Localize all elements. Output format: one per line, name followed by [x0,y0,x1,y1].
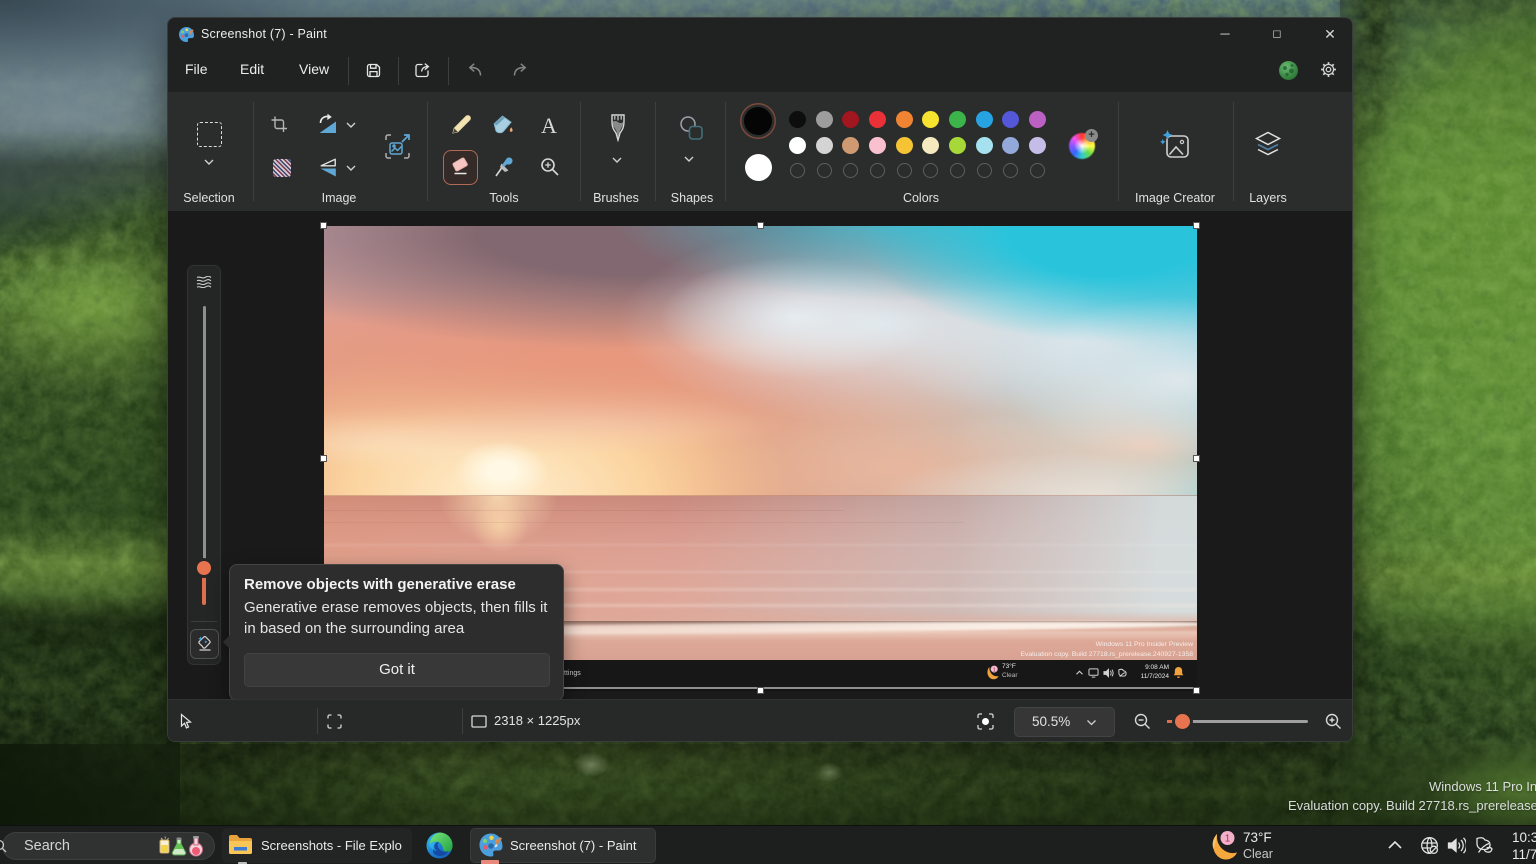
svg-text:1: 1 [993,667,996,673]
svg-text:1: 1 [1225,834,1231,845]
